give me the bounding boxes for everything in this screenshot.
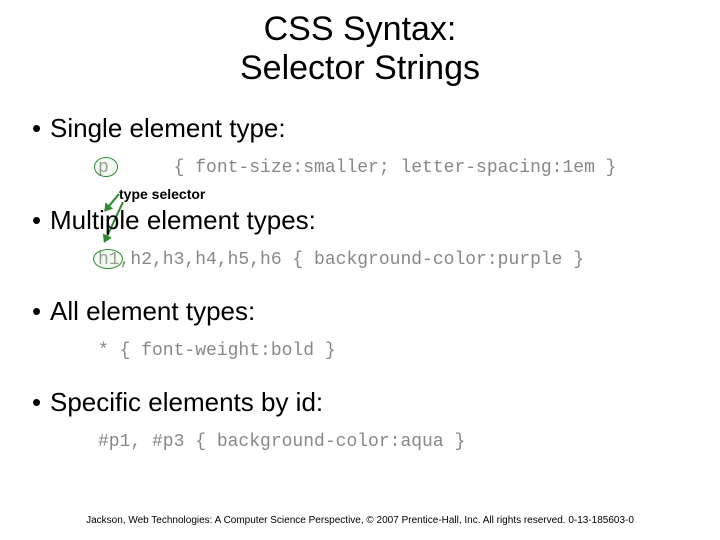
bullet-text: Single element type: (50, 113, 286, 143)
bullet-by-id: •Specific elements by id: (32, 387, 323, 418)
code-single-element: p { font-size:smaller; letter-spacing:1e… (98, 158, 616, 178)
bullet-single-element: •Single element type: (32, 113, 286, 144)
bullet-text: All element types: (50, 296, 255, 326)
code-multiple-elements: h1,h2,h3,h4,h5,h6 { background-color:pur… (98, 250, 584, 270)
bullet-all-elements: •All element types: (32, 296, 255, 327)
footer-citation: Jackson, Web Technologies: A Computer Sc… (0, 515, 720, 526)
highlight-ellipse-h1 (93, 249, 123, 269)
highlight-ellipse-p (94, 157, 118, 177)
slide-title: CSS Syntax: Selector Strings (0, 10, 720, 88)
bullet-dot: • (32, 113, 50, 144)
bullet-dot: • (32, 296, 50, 327)
title-line-1: CSS Syntax: (264, 10, 457, 48)
title-line-2: Selector Strings (240, 49, 480, 87)
bullet-text: Multiple element types: (50, 205, 316, 235)
bullet-dot: • (32, 205, 50, 236)
bullet-dot: • (32, 387, 50, 418)
code-by-id: #p1, #p3 { background-color:aqua } (98, 432, 465, 452)
bullet-text: Specific elements by id: (50, 387, 323, 417)
annotation-type-selector: type selector (119, 186, 205, 202)
code-all-elements: * { font-weight:bold } (98, 341, 336, 361)
bullet-multiple-elements: •Multiple element types: (32, 205, 316, 236)
slide: CSS Syntax: Selector Strings •Single ele… (0, 0, 720, 540)
